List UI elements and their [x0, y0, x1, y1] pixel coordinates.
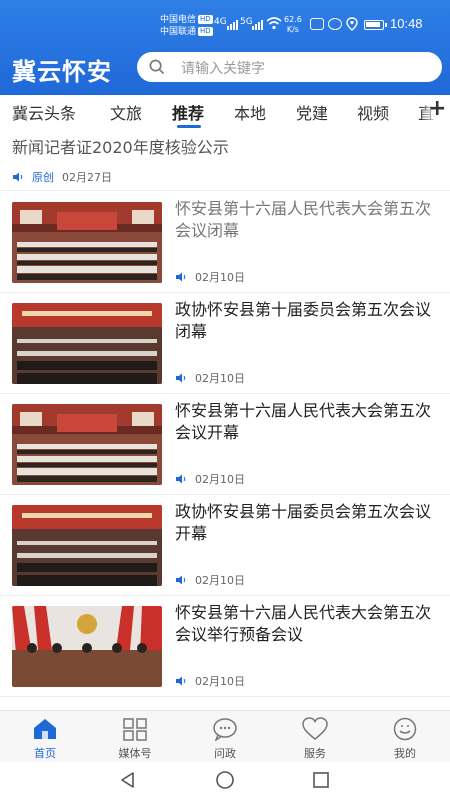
speaker-icon[interactable] [175, 575, 187, 585]
news-title: 怀安县第十六届人民代表大会第五次会议举行预备会议 [175, 603, 432, 644]
tab-shipin[interactable]: 视频 [357, 100, 389, 124]
speaker-icon[interactable] [175, 474, 187, 484]
nav-wenzheng[interactable]: 问政 [180, 711, 270, 763]
nav-home[interactable]: 首页 [0, 711, 90, 763]
tab-jiyun-toutiao[interactable]: 冀云头条 [12, 100, 76, 124]
nav-label: 媒体号 [118, 747, 152, 760]
nav-label: 服务 [304, 747, 326, 760]
news-date: 02月10日 [195, 473, 245, 486]
status-bar: 中国电信 HD 中国联通 HD 4G 5G 62.6 K/s 10:48 [0, 0, 450, 44]
search-bar[interactable]: 请输入关键字 [137, 52, 442, 82]
home-circle-icon[interactable] [215, 770, 235, 790]
news-thumbnail [12, 202, 162, 283]
nav-profile[interactable]: 我的 [360, 711, 450, 763]
hd-badge: HD [198, 27, 213, 36]
search-icon [149, 59, 164, 74]
nav-label: 首页 [34, 747, 56, 760]
clock: 10:48 [390, 16, 423, 31]
bottom-nav: 首页 媒体号 问政 服务 我的 [0, 710, 450, 762]
news-meta: 02月10日 [175, 269, 245, 285]
list-item[interactable]: 新闻记者证2020年度核验公示 原创 02月27日 [0, 129, 450, 191]
news-title: 政协怀安县第十届委员会第五次会议闭幕 [175, 300, 432, 341]
recents-icon[interactable] [311, 770, 331, 790]
heart-icon [302, 717, 328, 740]
list-item[interactable]: 怀安县第十六届人民代表大会第五次会议举行预备会议 02月10日 [0, 596, 450, 697]
news-title: 新闻记者证2020年度核验公示 [12, 138, 229, 157]
add-channel-icon[interactable]: + [428, 96, 446, 121]
news-meta: 原创 02月27日 [12, 169, 112, 185]
grid-icon [123, 718, 147, 741]
network-type-1: 4G [214, 17, 227, 27]
tab-wenlv[interactable]: 文旅 [110, 100, 142, 124]
network-type-2: 5G [240, 17, 253, 27]
category-tabs: 冀云头条 文旅 推荐 本地 党建 视频 直 + [0, 95, 450, 129]
app-notification-icon [310, 18, 324, 30]
signal-icon [227, 18, 238, 30]
nav-label: 我的 [394, 747, 416, 760]
speaker-icon[interactable] [12, 172, 24, 182]
smiley-icon [393, 717, 417, 741]
hd-badge: HD [198, 15, 213, 24]
tab-tuijian[interactable]: 推荐 [172, 100, 204, 124]
system-nav-bar [0, 762, 450, 800]
signal-icon [252, 18, 263, 30]
news-meta: 02月10日 [175, 370, 245, 386]
news-title: 怀安县第十六届人民代表大会第五次会议开幕 [175, 401, 432, 442]
news-title: 政协怀安县第十届委员会第五次会议开幕 [175, 502, 432, 543]
back-icon[interactable] [118, 770, 138, 790]
tab-dangjian[interactable]: 党建 [296, 100, 328, 124]
qq-icon [328, 18, 342, 30]
news-date: 02月27日 [62, 171, 112, 184]
speaker-icon[interactable] [175, 373, 187, 383]
speaker-icon[interactable] [175, 272, 187, 282]
news-date: 02月10日 [195, 372, 245, 385]
carrier-1: 中国电信 [160, 15, 197, 25]
active-tab-indicator [177, 125, 201, 128]
news-thumbnail [12, 303, 162, 384]
news-meta: 02月10日 [175, 471, 245, 487]
news-date: 02月10日 [195, 574, 245, 587]
net-speed-unit: K/s [286, 25, 299, 34]
speaker-icon[interactable] [175, 676, 187, 686]
carrier-info: 中国电信 HD 中国联通 HD [160, 14, 213, 38]
search-placeholder: 请输入关键字 [181, 61, 265, 77]
app-title: 冀云怀安 [12, 58, 112, 86]
chat-bubble-icon [213, 718, 237, 741]
news-meta: 02月10日 [175, 673, 245, 689]
location-icon [346, 17, 358, 31]
news-feed: 新闻记者证2020年度核验公示 原创 02月27日 怀安县第十六届人民代表大会第… [0, 129, 450, 709]
news-title: 怀安县第十六届人民代表大会第五次会议闭幕 [175, 199, 432, 240]
list-item[interactable]: 政协怀安县第十届委员会第五次会议闭幕 02月10日 [0, 293, 450, 394]
app-header: 中国电信 HD 中国联通 HD 4G 5G 62.6 K/s 10:48 冀云怀安 [0, 0, 450, 95]
news-source: 原创 [32, 171, 54, 184]
list-item[interactable]: 怀安县第十六届人民代表大会第五次会议闭幕 02月10日 [0, 192, 450, 293]
home-icon [34, 719, 56, 739]
news-thumbnail [12, 505, 162, 586]
news-thumbnail [12, 606, 162, 687]
net-speed: 62.6 K/s [284, 15, 302, 35]
news-date: 02月10日 [195, 271, 245, 284]
battery-icon [364, 20, 387, 30]
tab-bendi[interactable]: 本地 [234, 100, 266, 124]
list-item[interactable]: 怀安县第十六届人民代表大会第五次会议开幕 02月10日 [0, 394, 450, 495]
news-thumbnail [12, 404, 162, 485]
wifi-icon [266, 17, 282, 30]
nav-service[interactable]: 服务 [270, 711, 360, 763]
list-item[interactable]: 政协怀安县第十届委员会第五次会议开幕 02月10日 [0, 495, 450, 596]
news-date: 02月10日 [195, 675, 245, 688]
nav-label: 问政 [214, 747, 236, 760]
news-meta: 02月10日 [175, 572, 245, 588]
carrier-2: 中国联通 [160, 27, 197, 37]
nav-media[interactable]: 媒体号 [90, 711, 180, 763]
net-speed-value: 62.6 [284, 15, 302, 24]
